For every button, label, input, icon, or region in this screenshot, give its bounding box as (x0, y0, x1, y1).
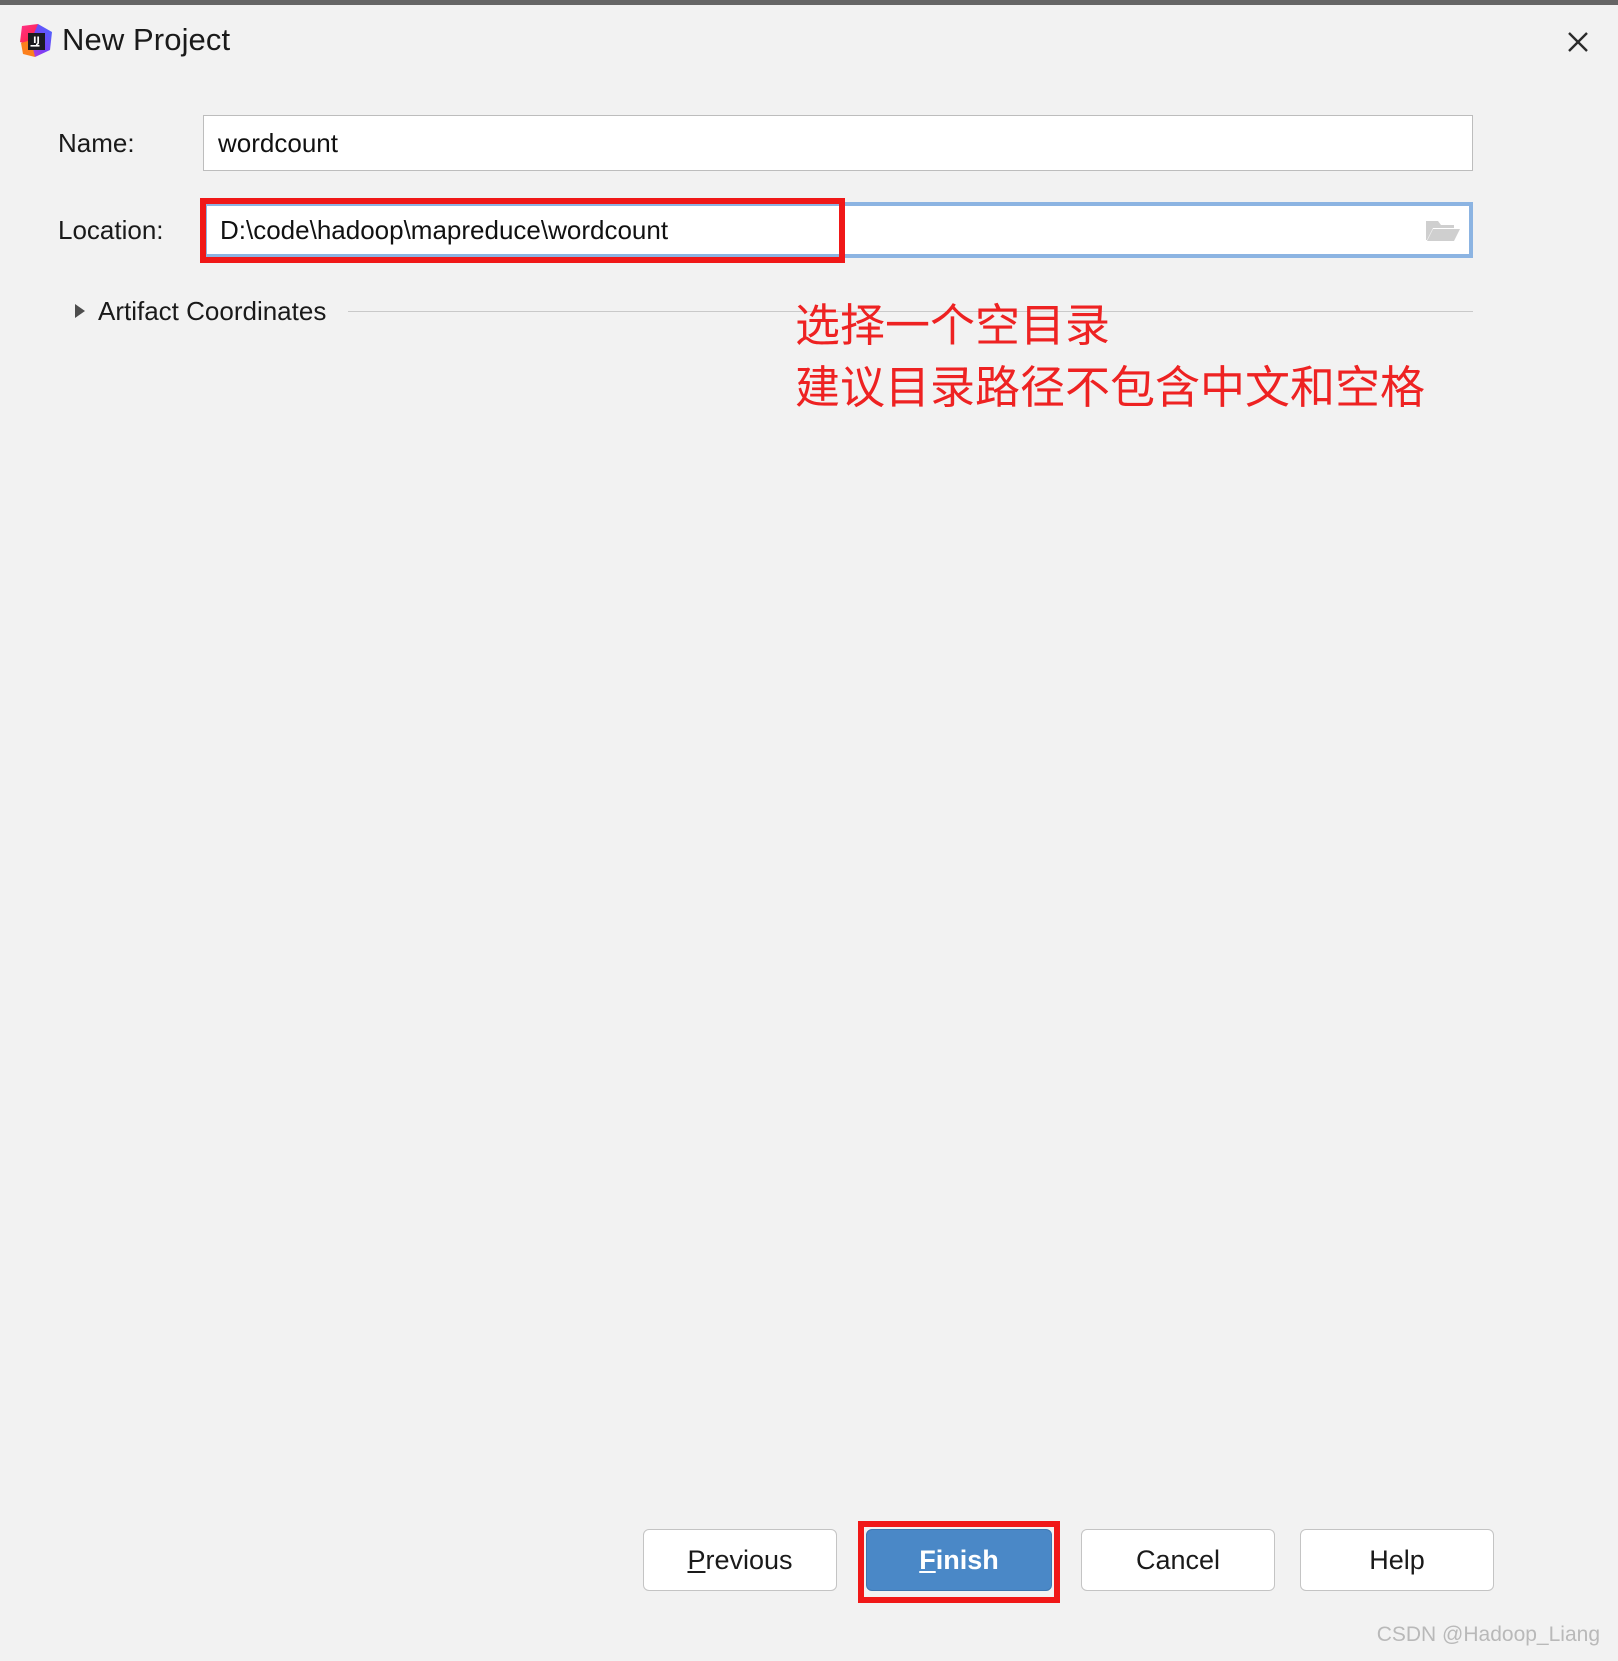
annotation-line-2: 建议目录路径不包含中文和空格 (795, 361, 1426, 414)
close-icon[interactable] (1556, 20, 1600, 64)
page-title: New Project (62, 22, 231, 57)
cancel-button[interactable]: Cancel (1081, 1529, 1275, 1591)
cancel-button-label: Cancel (1135, 1544, 1221, 1575)
previous-button[interactable]: Previous (643, 1529, 837, 1591)
dialog-button-bar: Previous Finish Cancel Help (0, 1529, 1618, 1595)
name-field-wrapper (203, 115, 1473, 171)
help-button[interactable]: Help (1300, 1529, 1494, 1591)
help-button-label: Help (1369, 1544, 1425, 1575)
folder-open-icon[interactable] (1423, 214, 1463, 246)
location-field-wrapper (203, 202, 1473, 258)
artifact-coordinates-section[interactable]: Artifact Coordinates (68, 291, 1473, 331)
finish-button[interactable]: Finish (866, 1529, 1052, 1591)
finish-button-label: inish (935, 1544, 999, 1575)
finish-button-mnemonic: F (919, 1544, 936, 1575)
artifact-coordinates-label[interactable]: Artifact Coordinates (98, 296, 326, 327)
location-input[interactable] (207, 206, 1411, 254)
svg-text:IJ: IJ (33, 36, 40, 46)
previous-button-label: revious (705, 1544, 793, 1575)
dialog-title-bar: IJ New Project (0, 10, 1618, 75)
intellij-idea-icon: IJ (18, 23, 54, 59)
name-input[interactable] (203, 115, 1473, 171)
watermark: CSDN @Hadoop_Liang (1376, 1623, 1600, 1646)
triangle-right-icon[interactable] (68, 300, 90, 322)
location-label: Location: (58, 215, 164, 245)
section-divider (348, 310, 1473, 312)
previous-button-mnemonic: P (687, 1544, 706, 1575)
new-project-dialog: IJ New Project Name: Location: (0, 0, 1618, 1661)
name-label: Name: (58, 128, 135, 158)
